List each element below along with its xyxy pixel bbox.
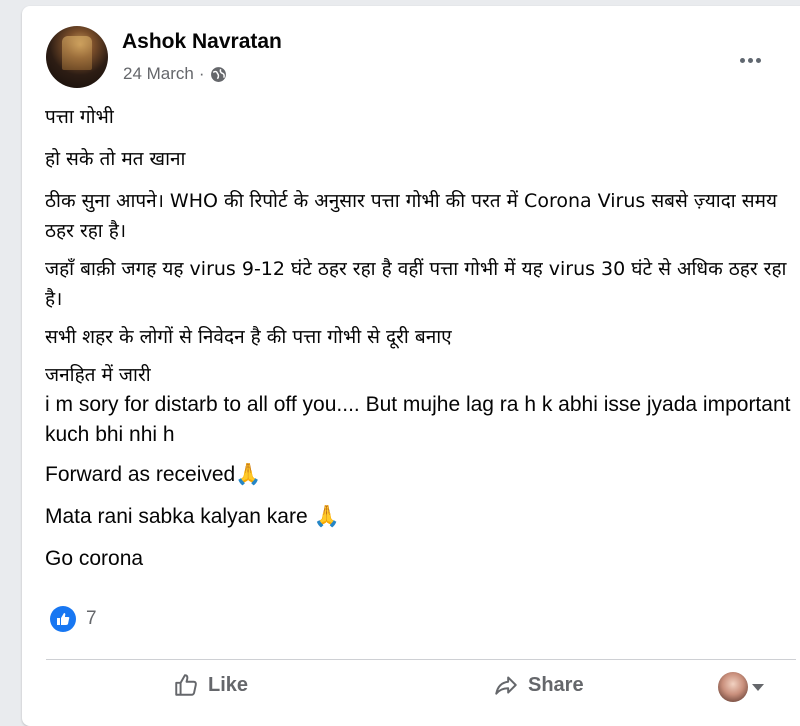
share-arrow-icon [495,676,517,695]
more-options-icon[interactable] [732,42,768,78]
post-line: i m sory for distarb to all off you.... … [45,393,791,446]
chevron-down-icon [752,683,764,691]
post-line: जनहित में जारी [45,364,151,386]
like-reaction-icon [50,606,76,632]
reaction-summary[interactable]: 7 [50,606,97,632]
post-header: Ashok Navratan 24 March · [46,22,786,88]
post-meta: 24 March · [123,64,227,84]
post-line: हो सके तो मत खाना [45,148,186,170]
like-button[interactable]: Like [172,672,248,698]
post-card: Ashok Navratan 24 March · पत्ता गोभी हो … [22,6,800,726]
thumbs-up-icon [175,674,197,696]
post-line: ठीक सुना आपने। WHO की रिपोर्ट के अनुसार … [45,190,777,242]
author-name[interactable]: Ashok Navratan [122,30,282,54]
like-label: Like [208,673,249,696]
user-avatar [718,672,748,702]
post-as-selector[interactable] [718,672,764,702]
share-label: Share [528,673,584,696]
action-bar: Like Share [22,666,800,716]
divider [46,659,796,660]
author-avatar[interactable] [46,26,108,88]
reaction-count: 7 [86,608,97,629]
post-content: पत्ता गोभी हो सके तो मत खाना ठीक सुना आप… [45,102,795,574]
globe-icon[interactable] [210,66,227,83]
post-line: सभी शहर के लोगों से निवेदन है की पत्ता ग… [45,326,452,348]
post-line: Mata rani sabka kalyan kare 🙏 [45,505,340,528]
post-line: पत्ता गोभी [45,106,114,128]
post-line: Forward as received🙏 [45,463,262,486]
post-line: जहाँ बाक़ी जगह यह virus 9-12 घंटे ठहर रह… [45,258,787,310]
date-separator: · [198,64,205,83]
post-date[interactable]: 24 March [123,64,194,84]
share-button[interactable]: Share [492,672,584,698]
post-line: Go corona [45,547,144,570]
